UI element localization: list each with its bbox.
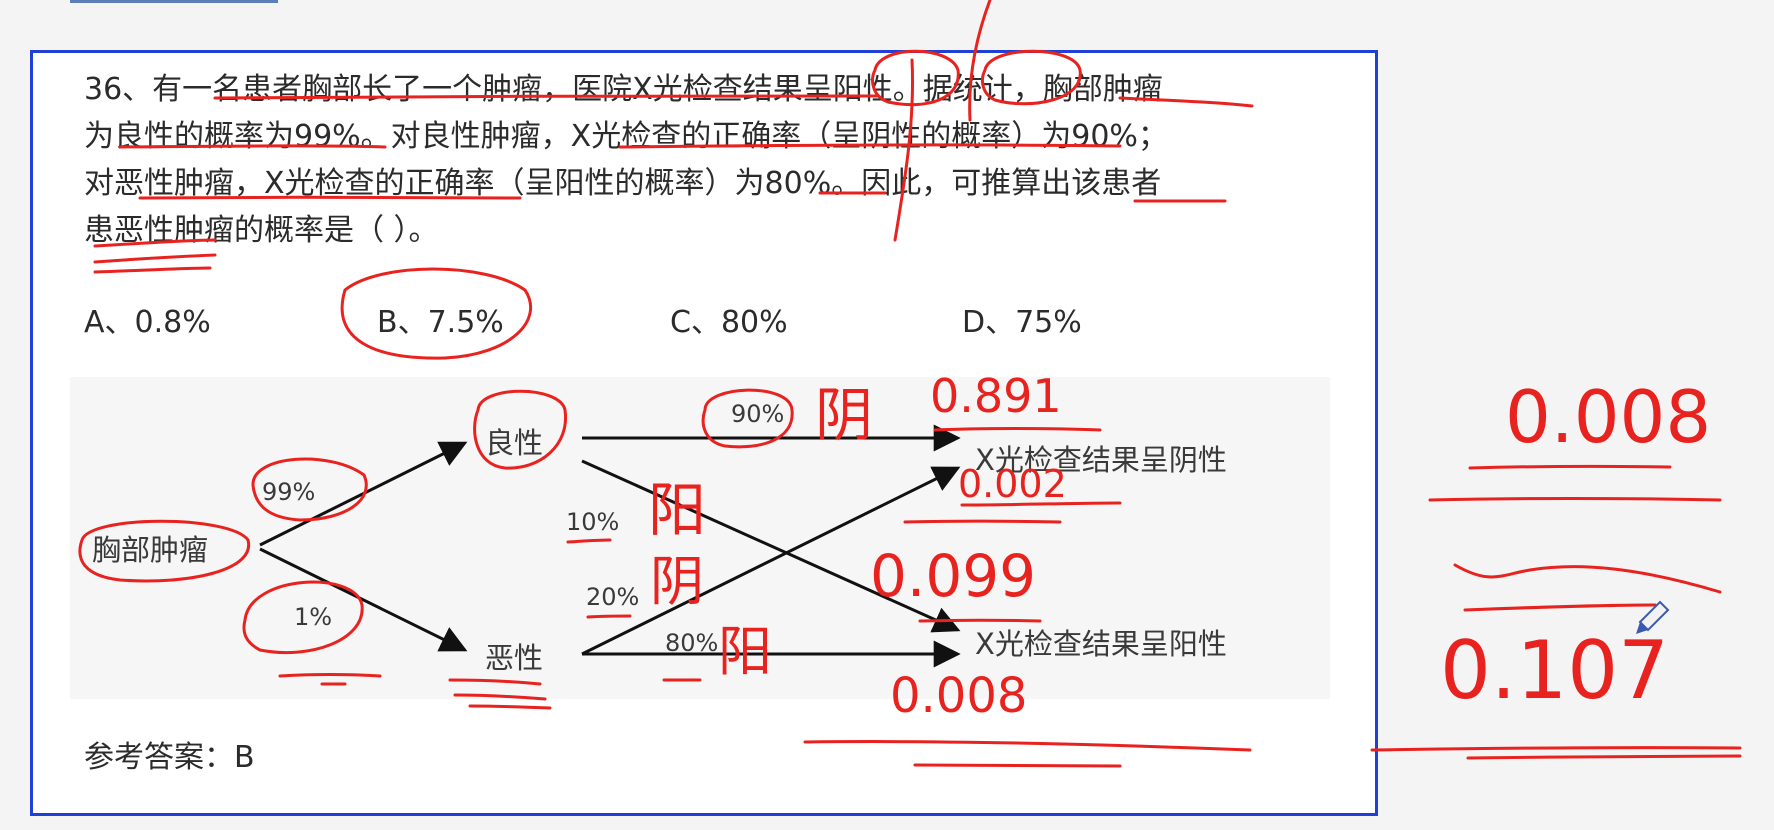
edge-root-malignant	[259, 547, 468, 652]
label-p-benign: 99%	[262, 478, 315, 506]
label-benign-neg: 90%	[731, 400, 784, 428]
node-benign: 良性	[485, 426, 543, 460]
probability-tree: 胸部肿瘤 良性 恶性 99% 1% 90% 10% 20% 80% X光检查结果…	[92, 400, 1227, 675]
label-malignant-neg: 20%	[586, 583, 639, 611]
node-root: 胸部肿瘤	[92, 533, 208, 567]
result-positive: X光检查结果呈阳性	[975, 627, 1227, 661]
result-negative: X光检查结果呈阴性	[975, 443, 1227, 477]
label-malignant-pos: 80%	[665, 629, 718, 657]
edge-malignant-neg	[581, 466, 961, 656]
node-malignant: 恶性	[485, 641, 543, 675]
label-p-malignant: 1%	[294, 603, 332, 631]
label-benign-pos: 10%	[566, 508, 619, 536]
reference-answer: 参考答案：B	[84, 740, 255, 775]
